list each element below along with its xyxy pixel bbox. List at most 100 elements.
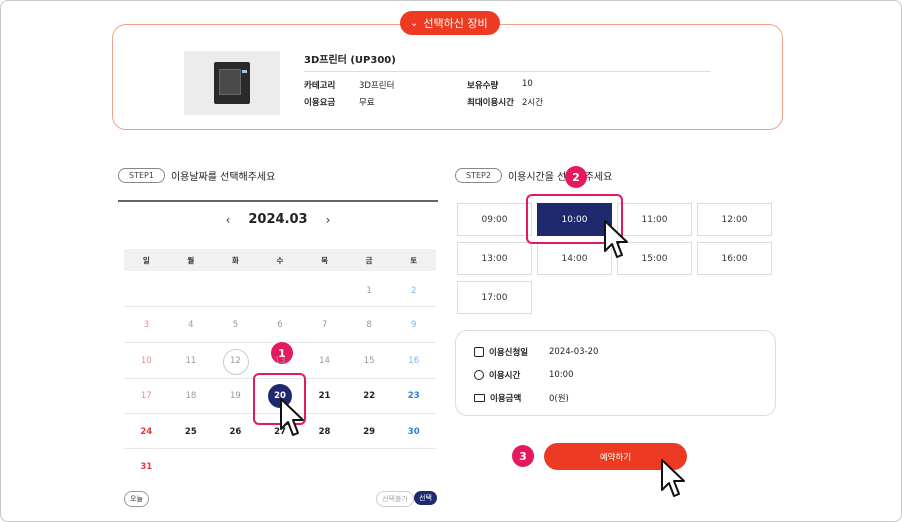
step2-badge: STEP2 (455, 168, 502, 183)
legend-today: 오늘 (124, 491, 149, 507)
weekday-label: 월 (187, 255, 195, 265)
calendar-empty-cell (258, 456, 303, 478)
maxtime-field: 최대이용시간 2시간 (467, 96, 543, 108)
calendar-day: 15 (347, 350, 392, 372)
prev-month-icon[interactable]: ‹ (226, 213, 231, 227)
calendar-empty-cell (391, 456, 436, 478)
category-field: 카테고리 3D프린터 (304, 79, 394, 91)
calendar-day-number: 25 (184, 427, 197, 437)
calendar-empty-cell (347, 456, 392, 478)
calendar-day: 3 (124, 314, 169, 336)
calendar-day-number: 26 (229, 427, 242, 437)
month-navigator: ‹ 2024.03 › (118, 212, 438, 227)
step2-label: 이용시간을 선택해주세요 (507, 172, 613, 183)
calendar-day[interactable]: 22 (347, 385, 392, 407)
summary-amount-label: 이용금액 (490, 394, 522, 404)
mouse-pointer-icon (604, 220, 628, 258)
calendar-day[interactable]: 26 (213, 421, 258, 443)
calendar-day[interactable]: 24 (124, 421, 169, 443)
calendar-empty-cell (213, 280, 258, 302)
summary-time-label: 이용시간 (489, 371, 521, 381)
calendar-day: 7 (302, 314, 347, 336)
calendar-day-number: 16 (408, 356, 420, 366)
calendar-day[interactable]: 25 (169, 421, 214, 443)
calendar-day-number: 31 (140, 462, 153, 472)
category-value: 3D프린터 (359, 81, 395, 91)
money-icon (474, 394, 485, 402)
calendar-day-number: 21 (318, 391, 331, 401)
calendar-day: 2 (391, 280, 436, 302)
time-slot[interactable]: 16:00 (697, 242, 772, 275)
summary-date-value: 2024-03-20 (549, 347, 599, 357)
calendar-day: 4 (169, 314, 214, 336)
step1-label: 이용날짜를 선택해주세요 (170, 172, 276, 183)
legend-selected: 선택 (414, 491, 437, 505)
equipment-image (184, 51, 280, 115)
calendar-empty-cell (302, 456, 347, 478)
time-slot[interactable]: 14:00 (537, 242, 612, 275)
calendar-empty-cell (169, 456, 214, 478)
qty-label: 보유수량 (467, 81, 499, 91)
calendar-day-number: 22 (363, 391, 376, 401)
summary-date-label: 이용신청일 (489, 348, 529, 358)
calendar-day-number: 17 (140, 391, 152, 401)
calendar-day: 1 (347, 280, 392, 302)
calendar-day-number: 13 (274, 356, 286, 366)
calendar-icon (474, 347, 484, 357)
calendar-empty-cell (302, 280, 347, 302)
reservation-summary: 이용신청일 2024-03-20 이용시간 10:00 이용금액 0(원) (455, 330, 776, 416)
calendar-day-number: 28 (318, 427, 331, 437)
calendar-day: 9 (391, 314, 436, 336)
week-divider (124, 448, 436, 449)
weekday-label: 수 (276, 255, 284, 265)
next-month-icon[interactable]: › (326, 213, 331, 227)
equipment-header-pill[interactable]: ⌄ 선택하신 장비 (400, 11, 500, 35)
step-marker-2: 2 (565, 166, 587, 188)
calendar-day-number: 24 (140, 427, 153, 437)
calendar-day-number: 12 (230, 356, 241, 366)
weekday-label: 토 (410, 255, 418, 265)
calendar-day[interactable]: 29 (347, 421, 392, 443)
calendar-week-row: 12 (124, 280, 436, 302)
calendar-day: 12 (213, 349, 258, 375)
time-slot[interactable]: 17:00 (457, 281, 532, 314)
weekday-header: 일월화수목금토 (124, 249, 436, 271)
divider (304, 71, 711, 72)
calendar-day[interactable]: 31 (124, 456, 169, 478)
calendar-day-number: 30 (407, 427, 420, 437)
current-month: 2024.03 (248, 212, 308, 227)
weekday-label: 목 (321, 255, 329, 265)
summary-amount-value: 0(원) (549, 394, 569, 404)
step-marker-3: 3 (512, 445, 534, 467)
calendar-day-number: 11 (185, 356, 197, 366)
qty-field: 보유수량 10 (467, 79, 533, 91)
calendar-day: 11 (169, 350, 214, 372)
calendar-day: 16 (391, 350, 436, 372)
step2-heading: STEP2 이용시간을 선택해주세요 (455, 168, 612, 183)
weekday-label: 금 (365, 255, 373, 265)
time-slot[interactable]: 12:00 (697, 203, 772, 236)
calendar-day: 17 (124, 385, 169, 407)
calendar-day-number: 20 (274, 391, 286, 401)
time-slot[interactable]: 13:00 (457, 242, 532, 275)
weekday-label: 일 (142, 255, 150, 265)
calendar-day: 10 (124, 350, 169, 372)
printer-icon (214, 62, 250, 104)
calendar-week-row: 3 4 5 6 7 8 9 (124, 314, 436, 336)
fee-field: 이용요금 무료 (304, 96, 375, 108)
clock-icon (474, 370, 484, 380)
calendar-day[interactable]: 23 (391, 385, 436, 407)
calendar-week-row: 31 (124, 456, 436, 478)
calendar-day-number: 7 (321, 320, 328, 330)
calendar-day: 5 (213, 314, 258, 336)
calendar-day-number: 4 (188, 320, 194, 330)
calendar-day[interactable]: 30 (391, 421, 436, 443)
calendar-empty-cell (169, 280, 214, 302)
calendar-day-number: 5 (232, 320, 239, 330)
chevron-down-icon: ⌄ (410, 17, 419, 29)
calendar-day-number: 29 (363, 427, 376, 437)
time-slot[interactable]: 09:00 (457, 203, 532, 236)
calendar-day-number: 3 (143, 320, 149, 330)
fee-label: 이용요금 (304, 98, 336, 108)
calendar-empty-cell (258, 280, 303, 302)
